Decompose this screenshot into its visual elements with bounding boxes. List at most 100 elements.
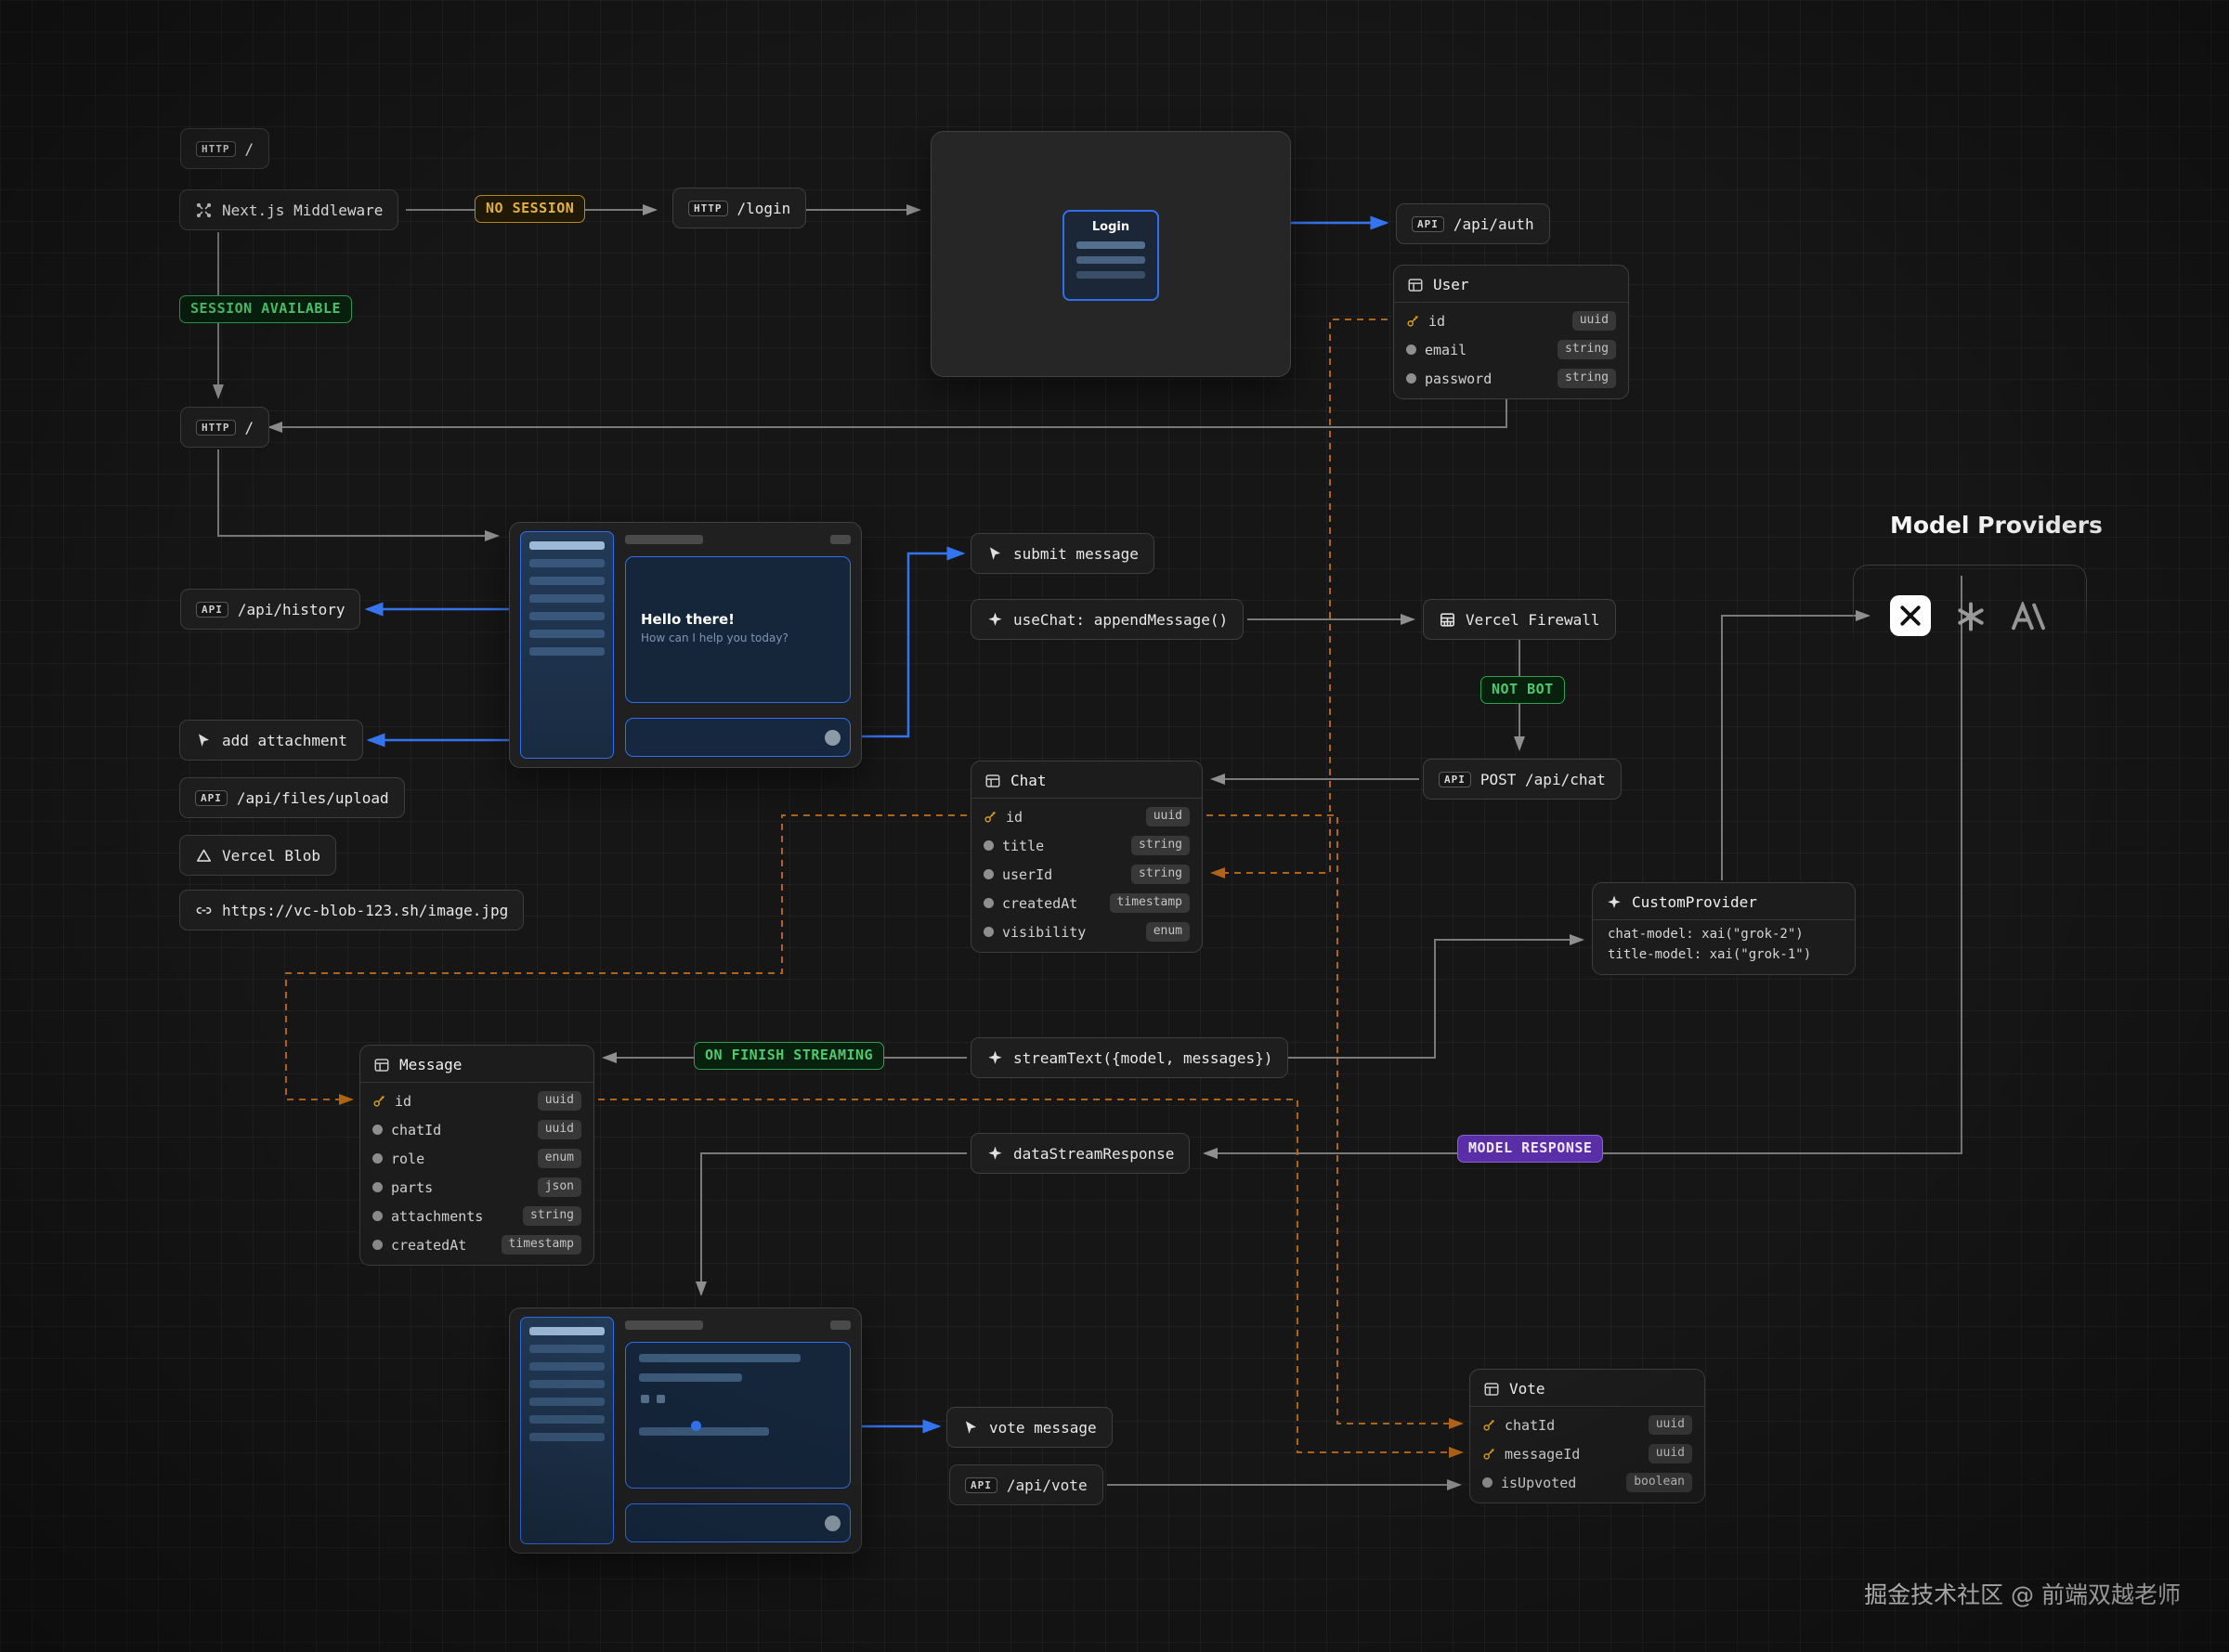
api-files-upload-node: API /api/files/upload [179, 777, 405, 818]
field-icon [984, 840, 994, 851]
model-providers-title: Model Providers [1890, 512, 2103, 539]
middleware-node: Next.js Middleware [179, 189, 398, 230]
table-title: Chat [1010, 772, 1047, 789]
action-label: streamText({model, messages}) [1013, 1049, 1272, 1067]
field-icon [1482, 1477, 1493, 1488]
table-title: User [1433, 276, 1469, 293]
table-row: userId string [971, 860, 1202, 889]
post-api-chat-node: API POST /api/chat [1423, 759, 1622, 800]
field-icon [372, 1211, 383, 1221]
blob-icon [195, 847, 213, 865]
edge-root-chatui [218, 449, 498, 536]
api-label: /api/vote [1007, 1476, 1088, 1494]
message-skeleton [639, 1354, 801, 1362]
key-icon [372, 1094, 386, 1108]
greeting-subtitle: How can I help you today? [641, 631, 850, 644]
architecture-diagram: HTTP / Next.js Middleware NO SESSION HTT… [0, 0, 2229, 1652]
table-icon [373, 1057, 390, 1073]
sparkle-icon [986, 1145, 1004, 1163]
table-row: id uuid [971, 802, 1202, 831]
vote-table: Vote chatId uuid messageId uuid isUpvote… [1469, 1369, 1705, 1503]
table-row: email string [1394, 335, 1628, 364]
send-button-skeleton [825, 730, 841, 746]
message-skeleton [639, 1427, 769, 1436]
table-row: id uuid [360, 1086, 593, 1115]
chat-topbar-skeleton [625, 1319, 851, 1332]
login-screen-preview: Login [931, 131, 1291, 377]
sparkle-icon [986, 611, 1004, 629]
table-row: role enum [360, 1144, 593, 1173]
cursor-icon [986, 545, 1004, 563]
table-row: createdAt timestamp [971, 889, 1202, 917]
table-title: Message [399, 1056, 462, 1073]
action-label: useChat: appendMessage() [1013, 611, 1228, 629]
thumb-down-icon [657, 1395, 665, 1403]
edge-provider-models [1722, 616, 1869, 880]
table-row: isUpvoted boolean [1470, 1468, 1704, 1497]
chat-ui-preview-2 [509, 1307, 862, 1554]
route-root-mid-node: HTTP / [180, 407, 269, 448]
field-icon [984, 869, 994, 879]
edge-models-datastream [1205, 576, 1962, 1153]
watermark-text: 掘金技术社区 @ 前端双越老师 [1864, 1577, 2181, 1610]
table-row: password string [1394, 364, 1628, 393]
route-login-node: HTTP /login [672, 188, 806, 228]
vercel-blob-node: Vercel Blob [179, 835, 336, 876]
table-icon [1483, 1381, 1500, 1398]
table-title: Vote [1509, 1380, 1545, 1398]
model-response-badge: MODEL RESPONSE [1457, 1135, 1603, 1163]
submit-message-node: submit message [971, 533, 1154, 574]
route-label: / [245, 419, 254, 436]
chat-input-skeleton [625, 718, 851, 757]
message-skeleton [639, 1373, 742, 1382]
api-history-node: API /api/history [180, 589, 360, 630]
no-session-badge: NO SESSION [475, 195, 585, 223]
xai-logo-icon [1890, 595, 1931, 636]
streamtext-node: streamText({model, messages}) [971, 1037, 1288, 1078]
anthropic-logo-icon [2009, 602, 2048, 631]
chat-ui-preview: Hello there! How can I help you today? [509, 522, 862, 768]
blob-url-node: https://vc-blob-123.sh/image.jpg [179, 890, 524, 930]
api-tag: API [965, 1477, 997, 1493]
key-icon [1406, 314, 1420, 328]
custom-provider-card: CustomProvider chat-model: xai("grok-2")… [1592, 882, 1856, 975]
chat-messages-panel [625, 1342, 851, 1489]
table-row: visibility enum [971, 917, 1202, 946]
cursor-icon [962, 1419, 980, 1437]
http-tag: HTTP [196, 420, 236, 436]
field-icon [1406, 373, 1416, 384]
field-icon [372, 1240, 383, 1250]
chat-sidebar-skeleton [520, 1317, 614, 1544]
relation-user-chat [1212, 319, 1388, 873]
sparkle-icon [986, 1049, 1004, 1067]
greeting-title: Hello there! [641, 611, 850, 628]
chat-greeting-panel: Hello there! How can I help you today? [625, 556, 851, 703]
service-label: Vercel Firewall [1466, 611, 1600, 629]
http-tag: HTTP [196, 141, 236, 157]
field-icon [372, 1125, 383, 1135]
input-skeleton [1076, 256, 1145, 264]
table-row: attachments string [360, 1202, 593, 1230]
vote-actions-skeleton [641, 1395, 850, 1403]
edge-user-root [269, 397, 1506, 427]
middleware-label: Next.js Middleware [222, 202, 383, 219]
field-icon [372, 1182, 383, 1192]
table-row: messageId uuid [1470, 1439, 1704, 1468]
key-icon [984, 810, 997, 824]
action-label: submit message [1013, 545, 1139, 563]
api-auth-node: API /api/auth [1396, 203, 1550, 244]
chat-topbar-skeleton [625, 533, 851, 546]
table-row: parts json [360, 1173, 593, 1202]
http-tag: HTTP [688, 201, 728, 216]
provider-title: CustomProvider [1632, 893, 1757, 911]
action-label: dataStreamResponse [1013, 1145, 1174, 1163]
message-table: Message id uuid chatId uuid role enum pa… [359, 1045, 594, 1266]
provider-config-line: title-model: xai("grok-1") [1593, 944, 1855, 965]
login-form-card: Login [1062, 210, 1159, 301]
action-label: vote message [989, 1419, 1097, 1437]
table-icon [1407, 277, 1424, 293]
session-available-badge: SESSION AVAILABLE [179, 295, 352, 323]
relation-chat-vote [1206, 815, 1462, 1424]
send-button-skeleton [825, 1515, 841, 1531]
api-label: POST /api/chat [1480, 771, 1606, 788]
